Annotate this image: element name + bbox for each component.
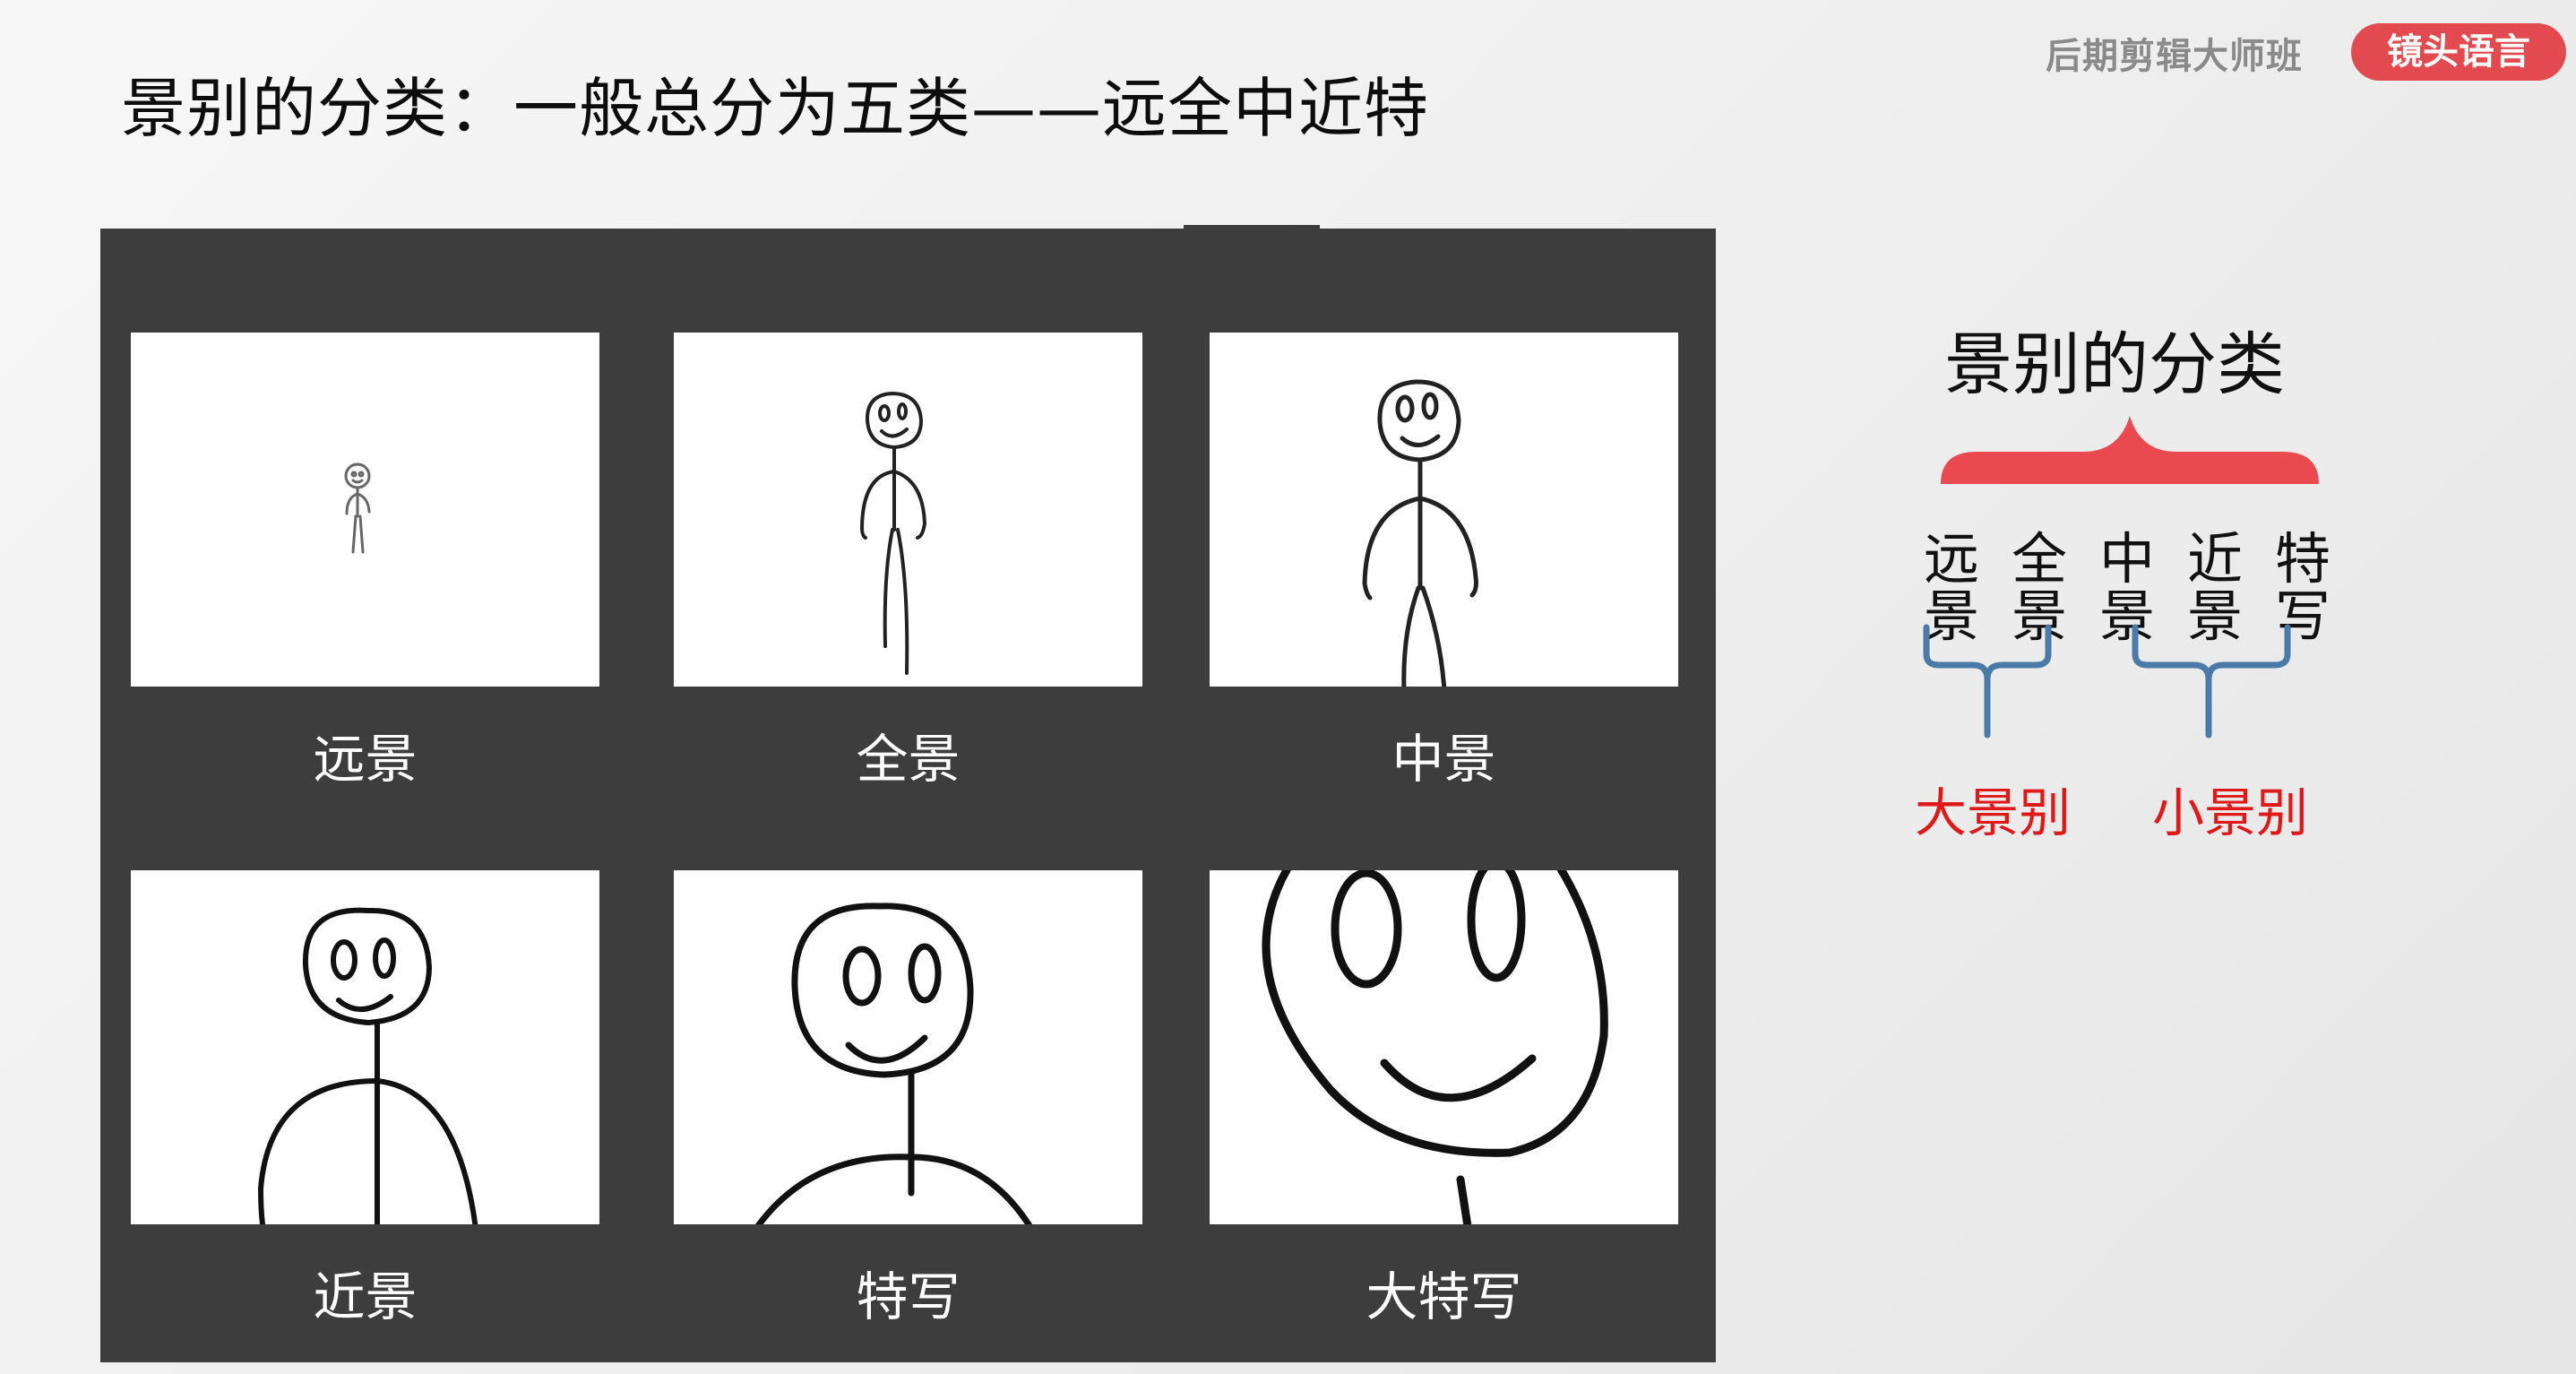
frame-label: 中景 [1391, 729, 1496, 790]
small-group-brace-icon [2132, 624, 2291, 739]
shot-type-char: 近 [2186, 526, 2243, 592]
frame-label: 近景 [313, 1266, 418, 1327]
frame-close-shot [131, 870, 599, 1224]
frame-label: 大特写 [1366, 1266, 1522, 1327]
top-brace-icon [1941, 416, 2319, 484]
frame-medium-shot [1210, 333, 1678, 687]
panel-tab [1184, 225, 1320, 230]
brand-text: 后期剪辑大师班 [2046, 36, 2303, 77]
frame-label: 特写 [856, 1266, 961, 1327]
frame-extreme-close-up [1210, 870, 1678, 1224]
stick-figure-closeup-icon [754, 903, 1033, 1224]
stick-figure-tiny-icon [344, 462, 371, 554]
shot-type-char: 全 [2011, 526, 2067, 592]
frame-close-up [674, 870, 1142, 1224]
stick-figure-full-icon [859, 391, 927, 675]
shot-type-char: 中 [2098, 526, 2155, 592]
frame-extreme-long-shot [131, 333, 599, 687]
stick-figure-medium-icon [1362, 379, 1478, 687]
large-group-brace-icon [1923, 624, 2052, 739]
tag-badge: 镜头语言 [2351, 23, 2566, 81]
shot-type-char: 远 [1923, 526, 1979, 592]
frame-full-shot [674, 333, 1142, 687]
shot-type-char: 特 [2274, 526, 2330, 592]
slide-title: 景别的分类：一般总分为五类——远全中近特 [121, 71, 1430, 146]
stick-figure-close-icon [257, 907, 478, 1224]
group-label-large: 大景别 [1915, 782, 2072, 843]
stick-figure-extreme-closeup-icon [1262, 870, 1608, 1224]
frame-label: 远景 [313, 729, 418, 790]
classification-title: 景别的分类 [1944, 324, 2285, 404]
group-label-small: 小景别 [2152, 782, 2309, 843]
frame-label: 全景 [856, 729, 961, 790]
